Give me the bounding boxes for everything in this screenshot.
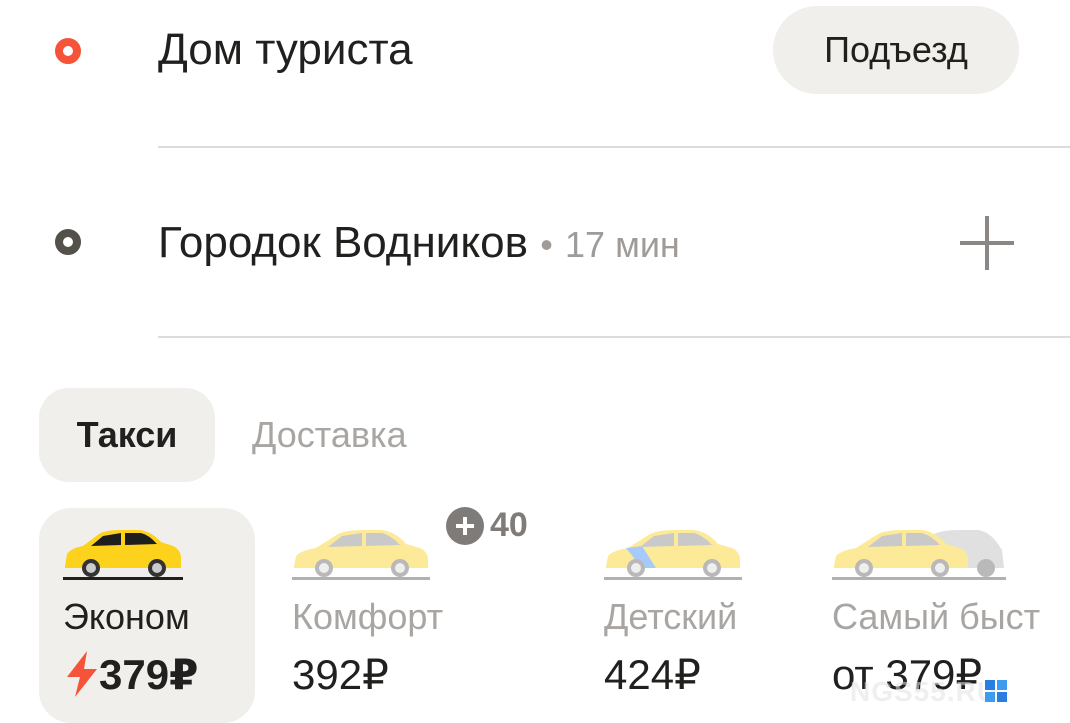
destination-point-icon [55, 229, 81, 255]
eta-separator: • [540, 224, 553, 265]
tariff-card-comfort[interactable]: Комфорт 392₽ [270, 508, 490, 723]
tariff-name: Эконом [63, 596, 190, 637]
tariff-name: Детский [604, 596, 738, 637]
tariff-price: 379₽ [65, 650, 198, 699]
car-kids-icon [604, 530, 742, 580]
pickup-address[interactable]: Дом туриста [158, 25, 413, 75]
destination-address[interactable]: Городок Водников • 17 мин [158, 218, 680, 268]
tariff-name: Комфорт [292, 596, 444, 637]
tariff-card-kids[interactable]: Детский 424₽ [582, 508, 802, 723]
add-stop-icon[interactable] [960, 216, 1014, 270]
tariff-card-econom[interactable]: Эконом 379₽ [39, 508, 255, 723]
destination-eta: 17 мин [565, 224, 680, 265]
watermark-logo-icon [985, 680, 1007, 702]
tariff-price: 392₽ [292, 651, 389, 698]
divider [158, 336, 1070, 338]
tariff-price-value: 379₽ [99, 651, 199, 698]
divider [158, 146, 1070, 148]
plus-points-value: 40 [490, 506, 528, 544]
pickup-point-icon [55, 38, 81, 64]
watermark: NGS55.RU [850, 676, 999, 707]
surge-lightning-icon [67, 651, 97, 697]
tab-delivery[interactable]: Доставка [252, 388, 407, 482]
car-econom-icon [63, 530, 183, 580]
tab-taxi[interactable]: Такси [39, 388, 215, 482]
entrance-button[interactable]: Подъезд [773, 6, 1019, 94]
tariff-name: Самый быст [832, 596, 1041, 637]
destination-name: Городок Водников [158, 218, 528, 267]
car-fastest-icon [832, 530, 1006, 580]
car-comfort-icon [292, 530, 430, 580]
tariff-price: 424₽ [604, 651, 701, 698]
